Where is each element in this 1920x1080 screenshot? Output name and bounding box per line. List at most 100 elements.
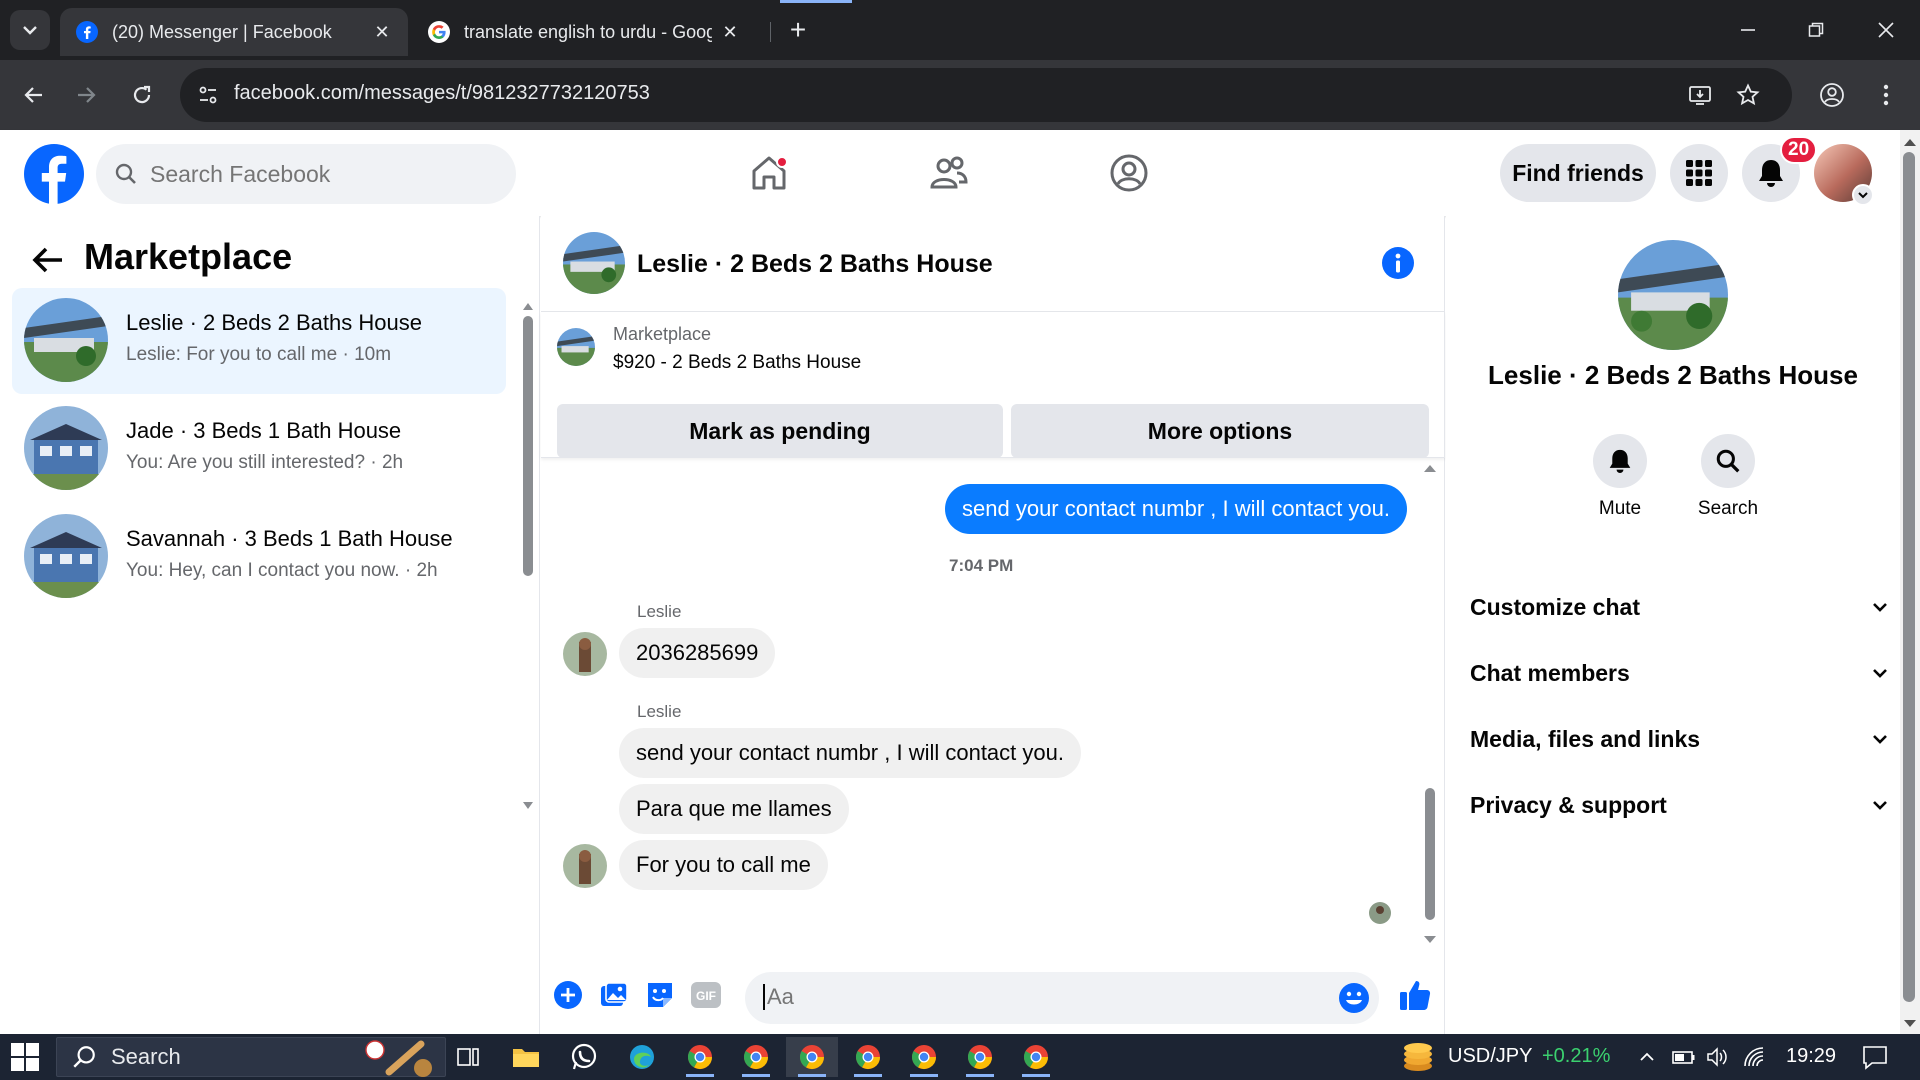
volume-icon[interactable]: [1706, 1046, 1730, 1068]
taskbar-chrome-7[interactable]: [1010, 1037, 1062, 1077]
taskbar-whatsapp[interactable]: [558, 1037, 610, 1077]
conversation-item[interactable]: Leslie · 2 Beds 2 Baths House Leslie: Fo…: [12, 288, 506, 394]
customize-chat-section[interactable]: Customize chat: [1470, 580, 1890, 634]
new-tab-button[interactable]: +: [780, 12, 816, 48]
taskbar-file-explorer[interactable]: [500, 1037, 552, 1077]
address-bar[interactable]: facebook.com/messages/t/9812327732120753: [180, 68, 1792, 122]
more-actions-button[interactable]: [551, 978, 585, 1012]
reload-button[interactable]: [122, 75, 162, 115]
ticker-symbol[interactable]: USD/JPY: [1448, 1045, 1532, 1068]
wifi-icon[interactable]: [1742, 1046, 1766, 1068]
media-files-links-section[interactable]: Media, files and links: [1470, 712, 1890, 766]
outgoing-message[interactable]: send your contact numbr , I will contact…: [945, 484, 1407, 534]
clock-time[interactable]: 19:29: [1786, 1045, 1836, 1068]
find-friends-button[interactable]: Find friends: [1500, 144, 1656, 202]
restore-button[interactable]: [1782, 0, 1850, 60]
listing-title[interactable]: $920 - 2 Beds 2 Baths House: [613, 352, 861, 374]
profile-button[interactable]: [1812, 75, 1852, 115]
mark-as-pending-button[interactable]: Mark as pending: [557, 404, 1003, 458]
forward-button[interactable]: [66, 75, 106, 115]
conversation-item[interactable]: Jade · 3 Beds 1 Bath House You: Are you …: [12, 396, 506, 502]
sender-avatar[interactable]: [563, 632, 607, 676]
taskbar-chrome-5[interactable]: [898, 1037, 950, 1077]
more-options-button[interactable]: More options: [1011, 404, 1429, 458]
conversation-preview: You: Hey, can I contact you now. · 2h: [126, 560, 438, 581]
incoming-message[interactable]: send your contact numbr , I will contact…: [619, 728, 1081, 778]
listing-thumbnail[interactable]: [557, 328, 595, 366]
windows-start-icon[interactable]: [10, 1042, 40, 1072]
search-label: Search: [1697, 498, 1759, 519]
bookmark-star-icon[interactable]: [1734, 81, 1762, 109]
message-input-wrapper[interactable]: [745, 972, 1379, 1024]
mute-action[interactable]: Mute: [1580, 434, 1660, 520]
account-chevron-icon[interactable]: [1852, 184, 1874, 206]
browser-tab-messenger[interactable]: (20) Messenger | Facebook ✕: [60, 8, 408, 56]
chat-scroll-thumb[interactable]: [1425, 788, 1435, 920]
taskbar-edge[interactable]: [616, 1037, 668, 1077]
mute-button[interactable]: [1593, 434, 1647, 488]
chevron-up-icon[interactable]: [1638, 1048, 1656, 1066]
conversation-details-panel: Leslie · 2 Beds 2 Baths House Mute Searc…: [1446, 216, 1900, 1034]
nav-home[interactable]: [714, 140, 824, 206]
site-info-icon[interactable]: [194, 81, 222, 109]
taskbar-chrome-6[interactable]: [954, 1037, 1006, 1077]
incoming-message[interactable]: Para que me llames: [619, 784, 849, 834]
facebook-search-box[interactable]: [96, 144, 516, 204]
stock-coins-icon[interactable]: [1400, 1040, 1436, 1074]
task-view-button[interactable]: [442, 1037, 494, 1077]
attach-media-button[interactable]: [597, 978, 631, 1012]
conversation-list-scroll-thumb[interactable]: [523, 316, 533, 576]
chat-title[interactable]: Leslie · 2 Beds 2 Baths House: [637, 250, 993, 279]
nav-profile[interactable]: [1074, 140, 1184, 206]
privacy-support-section[interactable]: Privacy & support: [1470, 778, 1890, 832]
install-app-icon[interactable]: [1686, 81, 1714, 109]
browser-tab-google[interactable]: translate english to urdu - Goog ✕: [412, 8, 756, 56]
chat-header-avatar[interactable]: [563, 232, 625, 294]
page-scroll-thumb[interactable]: [1903, 152, 1915, 1002]
taskbar-search-box[interactable]: Search: [56, 1037, 446, 1077]
incoming-message[interactable]: For you to call me: [619, 840, 828, 890]
running-indicator: [910, 1074, 938, 1077]
restore-icon: [1808, 22, 1824, 37]
taskbar-chrome-1[interactable]: [674, 1037, 726, 1077]
chat-members-section[interactable]: Chat members: [1470, 646, 1890, 700]
emoji-icon[interactable]: [1337, 981, 1371, 1015]
facebook-logo-icon[interactable]: [24, 144, 84, 204]
home-notification-dot: [776, 156, 788, 168]
taskbar-chrome-4[interactable]: [842, 1037, 894, 1077]
details-avatar[interactable]: [1618, 240, 1728, 350]
minimize-button[interactable]: [1714, 0, 1782, 60]
section-label: Customize chat: [1470, 593, 1640, 620]
conversation-item[interactable]: Savannah · 3 Beds 1 Bath House You: Hey,…: [12, 504, 506, 610]
gif-button[interactable]: GIF: [689, 978, 723, 1012]
search-in-conversation-button[interactable]: [1701, 434, 1755, 488]
message-input[interactable]: [763, 984, 1323, 1010]
send-like-button[interactable]: [1395, 978, 1435, 1012]
tab-search-dropdown-button[interactable]: [10, 10, 50, 50]
taskbar-chrome-3[interactable]: [786, 1037, 838, 1077]
sender-avatar[interactable]: [563, 844, 607, 888]
info-icon[interactable]: [1381, 246, 1415, 280]
chrome-icon: [1023, 1045, 1048, 1070]
back-arrow-icon[interactable]: [30, 242, 66, 278]
chat-scroll-up-arrow-icon[interactable]: [1423, 460, 1437, 480]
kebab-menu-icon: [1883, 84, 1889, 106]
incoming-message[interactable]: 2036285699: [619, 628, 776, 678]
close-tab-icon[interactable]: ✕: [372, 22, 392, 42]
back-button[interactable]: [14, 75, 54, 115]
close-window-button[interactable]: [1852, 0, 1920, 60]
browser-menu-button[interactable]: [1866, 75, 1906, 115]
menu-button[interactable]: [1670, 144, 1728, 202]
chat-scroll-down-arrow-icon[interactable]: [1423, 928, 1437, 948]
nav-friends[interactable]: [894, 140, 1004, 206]
close-tab-icon[interactable]: ✕: [720, 22, 740, 42]
search-icon: [115, 163, 136, 184]
search-action[interactable]: Search: [1688, 434, 1768, 520]
chevron-down-icon: [1873, 801, 1887, 810]
action-center-icon[interactable]: [1862, 1044, 1888, 1070]
arrow-right-icon: [78, 87, 96, 103]
battery-icon[interactable]: [1672, 1046, 1696, 1068]
taskbar-chrome-2[interactable]: [730, 1037, 782, 1077]
sticker-button[interactable]: [643, 978, 677, 1012]
facebook-search-input[interactable]: [150, 160, 490, 188]
